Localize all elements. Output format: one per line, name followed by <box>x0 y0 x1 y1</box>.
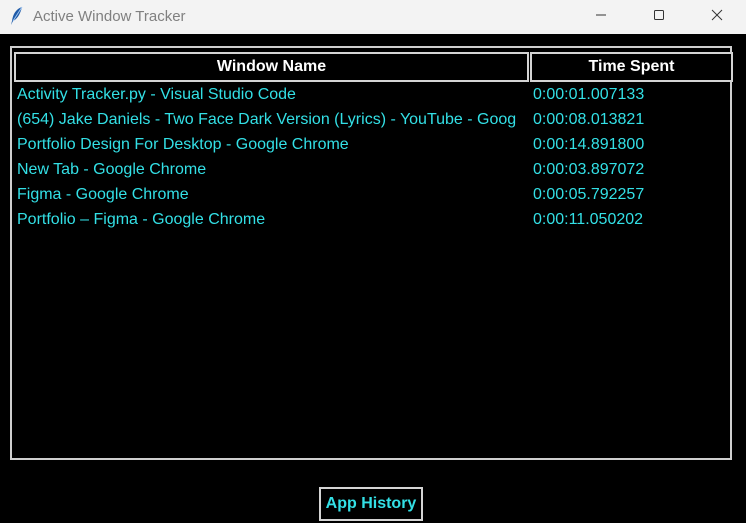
window-name-cell: Activity Tracker.py - Visual Studio Code <box>17 86 296 103</box>
app-window: Active Window Tracker Window Name Time S… <box>0 0 746 523</box>
app-history-button[interactable]: App History <box>319 487 423 521</box>
table-row[interactable]: Figma - Google Chrome 0:00:05.792257 <box>12 182 730 207</box>
window-name-cell: (654) Jake Daniels - Two Face Dark Versi… <box>17 111 517 128</box>
table-row[interactable]: New Tab - Google Chrome 0:00:03.897072 <box>12 157 730 182</box>
maximize-button[interactable] <box>630 0 688 34</box>
column-header-time-spent[interactable]: Time Spent <box>530 52 733 82</box>
minimize-button[interactable] <box>572 0 630 34</box>
time-spent-cell: 0:00:08.013821 <box>533 111 645 128</box>
feather-icon <box>9 6 25 26</box>
window-table[interactable]: Window Name Time Spent Activity Tracker.… <box>10 46 733 460</box>
time-spent-cell: 0:00:14.891800 <box>533 136 645 153</box>
title-bar[interactable]: Active Window Tracker <box>0 0 746 34</box>
window-title: Active Window Tracker <box>33 8 186 25</box>
table-row[interactable]: Portfolio Design For Desktop - Google Ch… <box>12 132 730 157</box>
column-header-window-name[interactable]: Window Name <box>14 52 529 82</box>
table-row[interactable]: Portfolio – Figma - Google Chrome 0:00:1… <box>12 207 730 232</box>
table-header: Window Name Time Spent <box>14 52 733 82</box>
close-button[interactable] <box>688 0 746 34</box>
time-spent-cell: 0:00:01.007133 <box>533 86 645 103</box>
time-spent-cell: 0:00:11.050202 <box>533 211 644 228</box>
table-body: Activity Tracker.py - Visual Studio Code… <box>12 82 730 232</box>
table-row[interactable]: (654) Jake Daniels - Two Face Dark Versi… <box>12 107 730 132</box>
window-name-cell: Portfolio Design For Desktop - Google Ch… <box>17 136 349 153</box>
window-name-cell: Figma - Google Chrome <box>17 186 189 203</box>
close-icon <box>711 8 723 26</box>
table-row[interactable]: Activity Tracker.py - Visual Studio Code… <box>12 82 730 107</box>
time-spent-cell: 0:00:05.792257 <box>533 186 645 203</box>
minimize-icon <box>595 8 607 26</box>
window-name-cell: New Tab - Google Chrome <box>17 161 207 178</box>
maximize-icon <box>653 8 665 26</box>
time-spent-cell: 0:00:03.897072 <box>533 161 645 178</box>
window-name-cell: Portfolio – Figma - Google Chrome <box>17 211 266 228</box>
